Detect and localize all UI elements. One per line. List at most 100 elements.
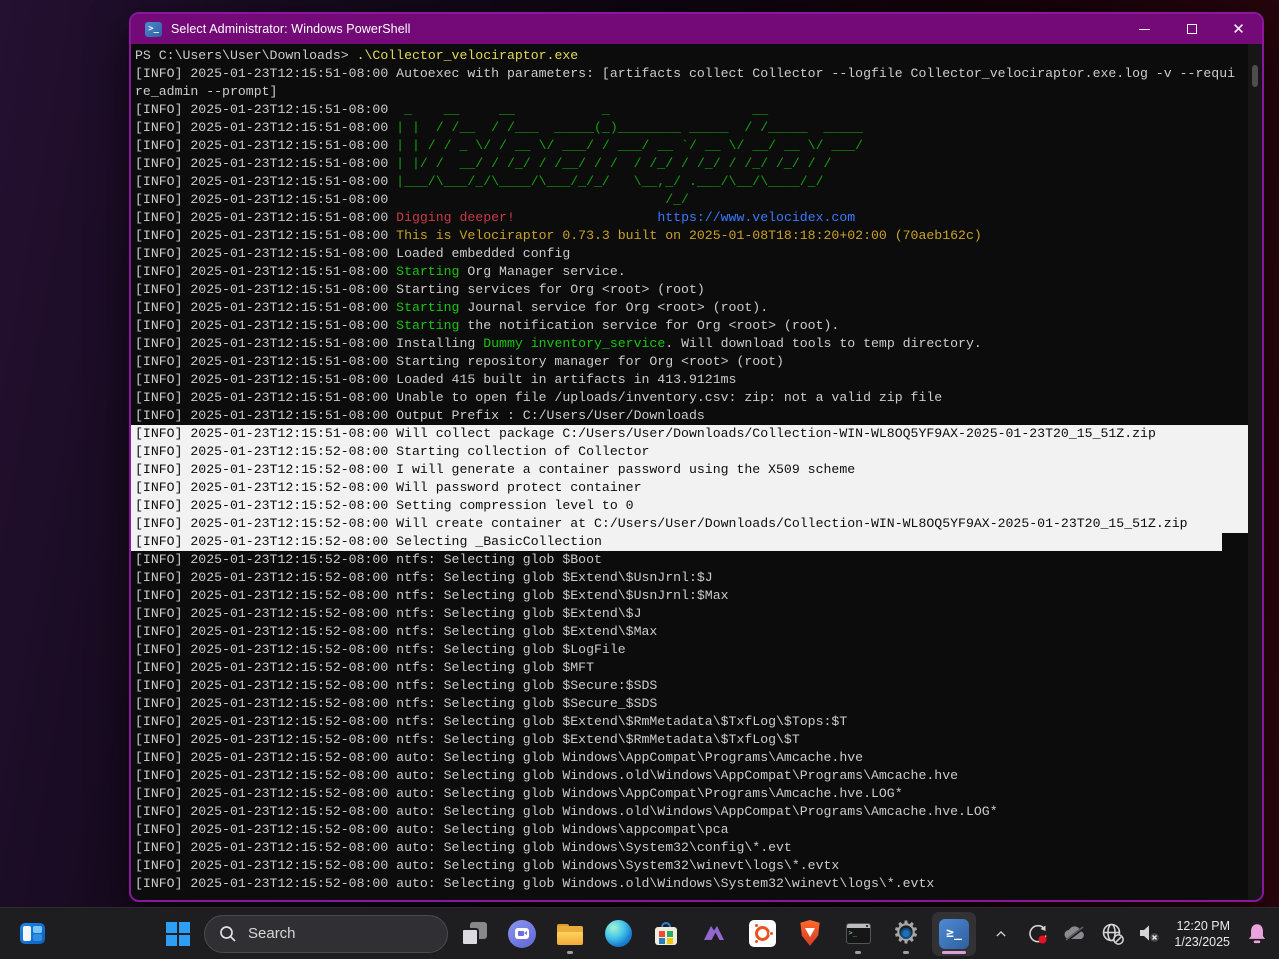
maximize-button[interactable]	[1168, 14, 1215, 44]
console-line: [INFO] 2025-01-23T12:15:51-08:00 Digging…	[131, 209, 1248, 227]
tray-hidden-icons-button[interactable]	[987, 912, 1015, 956]
console-line: [INFO] 2025-01-23T12:15:52-08:00 ntfs: S…	[131, 695, 1248, 713]
console-line: [INFO] 2025-01-23T12:15:52-08:00 auto: S…	[131, 785, 1248, 803]
console-line: PS C:\Users\User\Downloads> .\Collector_…	[131, 47, 1248, 65]
taskbar-item-powershell[interactable]: ≥_	[932, 912, 976, 956]
console-output[interactable]: PS C:\Users\User\Downloads> .\Collector_…	[131, 44, 1248, 900]
close-button[interactable]: ✕	[1215, 14, 1262, 44]
console-line: [INFO] 2025-01-23T12:15:52-08:00 ntfs: S…	[131, 605, 1248, 623]
console-line: [INFO] 2025-01-23T12:15:51-08:00 | | / /…	[131, 119, 1248, 137]
taskbar-item-edge[interactable]	[596, 912, 640, 956]
console-line: [INFO] 2025-01-23T12:15:52-08:00 ntfs: S…	[131, 713, 1248, 731]
console-line: [INFO] 2025-01-23T12:15:51-08:00 Startin…	[131, 263, 1248, 281]
console-line: [INFO] 2025-01-23T12:15:52-08:00 ntfs: S…	[131, 623, 1248, 641]
console-line: [INFO] 2025-01-23T12:15:52-08:00 Setting…	[131, 497, 1248, 515]
console-line: [INFO] 2025-01-23T12:15:51-08:00 Startin…	[131, 281, 1248, 299]
console-line: [INFO] 2025-01-23T12:15:51-08:00 Loaded …	[131, 245, 1248, 263]
task-view-icon	[461, 922, 487, 946]
taskbar-item-ubuntu[interactable]	[740, 912, 784, 956]
console-line: [INFO] 2025-01-23T12:15:51-08:00 _ __ __…	[131, 101, 1248, 119]
brave-icon	[798, 920, 822, 947]
taskbar-item-terminal[interactable]: >_	[836, 912, 880, 956]
taskbar-item-start[interactable]	[156, 912, 200, 956]
taskbar-item-brave[interactable]	[788, 912, 832, 956]
console-line: [INFO] 2025-01-23T12:15:52-08:00 ntfs: S…	[131, 677, 1248, 695]
tray-sync-alert[interactable]	[1024, 912, 1052, 956]
console-line: [INFO] 2025-01-23T12:15:51-08:00 |___/\_…	[131, 173, 1248, 191]
onedrive-offline-icon	[1062, 921, 1088, 947]
powershell-titlebar-icon: >_	[145, 22, 162, 37]
tray-onedrive-offline[interactable]	[1061, 912, 1089, 956]
minimize-button[interactable]	[1121, 14, 1168, 44]
console-line: [INFO] 2025-01-23T12:15:52-08:00 auto: S…	[131, 839, 1248, 857]
close-icon: ✕	[1232, 22, 1245, 37]
console-line: [INFO] 2025-01-23T12:15:52-08:00 ntfs: S…	[131, 641, 1248, 659]
chevron-up-icon	[991, 924, 1011, 944]
taskbar-item-settings[interactable]: ⚙	[884, 912, 928, 956]
scrollbar[interactable]	[1248, 44, 1262, 900]
console-line: [INFO] 2025-01-23T12:15:52-08:00 auto: S…	[131, 803, 1248, 821]
ubuntu-icon	[749, 920, 776, 947]
tray-notifications[interactable]	[1241, 912, 1273, 956]
console-line: [INFO] 2025-01-23T12:15:51-08:00 Loaded …	[131, 371, 1248, 389]
console-line: re_admin --prompt]	[131, 83, 1248, 101]
console-line: [INFO] 2025-01-23T12:15:52-08:00 Startin…	[131, 443, 1248, 461]
console-line: [INFO] 2025-01-23T12:15:52-08:00 auto: S…	[131, 875, 1248, 893]
console-line: [INFO] 2025-01-23T12:15:52-08:00 Will pa…	[131, 479, 1248, 497]
microsoft-store-icon	[654, 922, 678, 946]
running-indicator	[855, 951, 861, 954]
notification-bell-icon	[1244, 921, 1270, 947]
maximize-icon	[1187, 24, 1197, 34]
scrollbar-thumb[interactable]	[1252, 65, 1258, 87]
powershell-window: >_ Select Administrator: Windows PowerSh…	[129, 12, 1264, 902]
console-line: [INFO] 2025-01-23T12:15:51-08:00 Output …	[131, 407, 1248, 425]
console-line: [INFO] 2025-01-23T12:15:52-08:00 ntfs: S…	[131, 587, 1248, 605]
file-explorer-icon	[557, 923, 583, 945]
console-line: [INFO] 2025-01-23T12:15:52-08:00 Will cr…	[131, 515, 1248, 533]
titlebar[interactable]: >_ Select Administrator: Windows PowerSh…	[131, 14, 1262, 44]
powershell-icon: ≥_	[939, 919, 969, 949]
console-line: [INFO] 2025-01-23T12:15:51-08:00 Will co…	[131, 425, 1248, 443]
tray-volume[interactable]	[1135, 912, 1163, 956]
tray-network[interactable]	[1098, 912, 1126, 956]
taskbar: Search	[0, 907, 1279, 959]
taskbar-item-file-explorer[interactable]	[548, 912, 592, 956]
console-line: [INFO] 2025-01-23T12:15:52-08:00 auto: S…	[131, 749, 1248, 767]
taskbar-item-microsoft-store[interactable]	[644, 912, 688, 956]
running-indicator	[567, 951, 573, 954]
window-title: Select Administrator: Windows PowerShell	[171, 22, 411, 36]
console-line: [INFO] 2025-01-23T12:15:51-08:00 | |/ / …	[131, 155, 1248, 173]
clock-time: 12:20 PM	[1174, 918, 1230, 934]
taskbar-item-task-view[interactable]	[452, 912, 496, 956]
taskbar-item-chat[interactable]	[500, 912, 544, 956]
console-line: [INFO] 2025-01-23T12:15:52-08:00 ntfs: S…	[131, 659, 1248, 677]
visual-studio-icon	[701, 921, 727, 947]
console-line: [INFO] 2025-01-23T12:15:52-08:00 ntfs: S…	[131, 569, 1248, 587]
terminal-icon: >_	[846, 923, 871, 944]
console-line: [INFO] 2025-01-23T12:15:51-08:00 Startin…	[131, 317, 1248, 335]
running-indicator	[903, 951, 909, 954]
widgets-icon	[20, 923, 45, 944]
console-line: [INFO] 2025-01-23T12:15:52-08:00 ntfs: S…	[131, 731, 1248, 749]
sync-alert-icon	[1026, 922, 1050, 946]
taskbar-item-visual-studio[interactable]	[692, 912, 736, 956]
tray-clock[interactable]: 12:20 PM 1/23/2025	[1172, 918, 1232, 950]
clock-date: 1/23/2025	[1174, 934, 1230, 950]
console-line: [INFO] 2025-01-23T12:15:52-08:00 ntfs: S…	[131, 551, 1248, 569]
console-line: [INFO] 2025-01-23T12:15:51-08:00 Autoexe…	[131, 65, 1248, 83]
taskbar-item-widgets[interactable]	[10, 912, 54, 956]
desktop: { "window": { "title": "Select Administr…	[0, 0, 1279, 959]
console-line: [INFO] 2025-01-23T12:15:51-08:00 | | / /…	[131, 137, 1248, 155]
windows-start-icon	[166, 922, 190, 946]
console-line: [INFO] 2025-01-23T12:15:51-08:00 /_/	[131, 191, 1248, 209]
console-line: [INFO] 2025-01-23T12:15:52-08:00 auto: S…	[131, 767, 1248, 785]
search-input[interactable]: Search	[204, 915, 448, 953]
active-indicator	[942, 951, 966, 954]
console-line: [INFO] 2025-01-23T12:15:51-08:00 Install…	[131, 335, 1248, 353]
console-line: [INFO] 2025-01-23T12:15:51-08:00 This is…	[131, 227, 1248, 245]
console-line: [INFO] 2025-01-23T12:15:52-08:00 I will …	[131, 461, 1248, 479]
chat-icon	[508, 920, 536, 948]
search-icon	[219, 925, 237, 943]
console-line: [INFO] 2025-01-23T12:15:51-08:00 Startin…	[131, 353, 1248, 371]
console-line: [INFO] 2025-01-23T12:15:52-08:00 auto: S…	[131, 821, 1248, 839]
